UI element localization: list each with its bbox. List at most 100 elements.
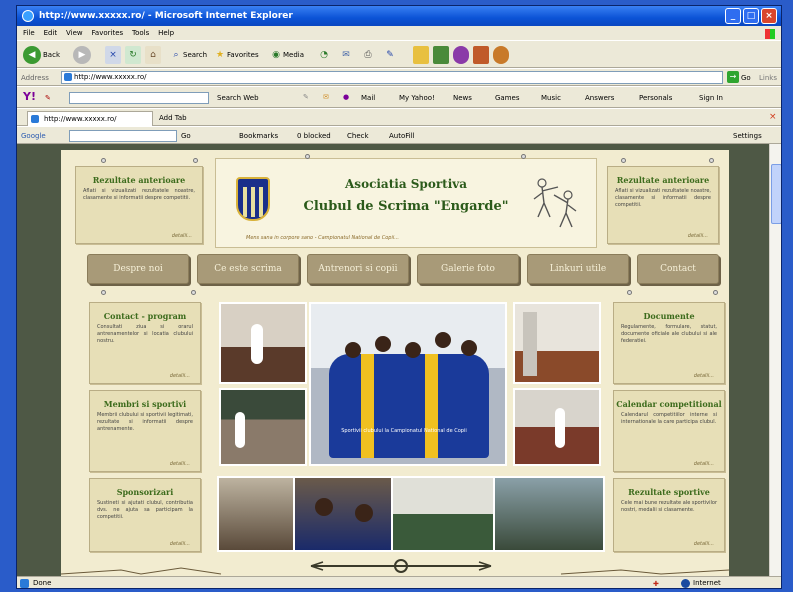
mail-button[interactable]: Mail xyxy=(361,94,375,102)
yahoo-search-input[interactable] xyxy=(69,92,209,104)
right-box-results[interactable]: Rezultate anterioare Aflati si vizualiza… xyxy=(607,166,719,244)
messenger-icon[interactable] xyxy=(433,46,449,64)
left-box-results[interactable]: Rezultate anterioare Aflati si vizualiza… xyxy=(75,166,203,244)
settings-button[interactable]: Settings xyxy=(733,132,762,140)
search-icon[interactable]: ⌕ xyxy=(169,46,183,64)
google-search-input[interactable] xyxy=(69,130,177,142)
windows-logo-icon xyxy=(765,29,775,39)
menu-edit[interactable]: Edit xyxy=(44,26,58,40)
title-bar: http://www.xxxxx.ro/ - Microsoft Interne… xyxy=(17,6,781,26)
nav-galerie-foto[interactable]: Galerie foto xyxy=(417,254,519,284)
menu-tools[interactable]: Tools xyxy=(132,26,149,40)
autofill-button[interactable]: AutoFill xyxy=(389,132,415,140)
photo-training-1[interactable] xyxy=(219,302,307,384)
folder-icon[interactable] xyxy=(413,46,429,64)
photo-training-2[interactable] xyxy=(219,388,307,466)
scroll-thumb[interactable] xyxy=(771,164,781,224)
news-button[interactable]: News xyxy=(453,94,472,102)
media-label[interactable]: Media xyxy=(283,51,304,59)
print-icon[interactable]: ⎙ xyxy=(361,46,375,64)
history-icon[interactable]: ◔ xyxy=(317,46,331,64)
favorites-label[interactable]: Favorites xyxy=(227,51,259,59)
google-go-button[interactable]: Go xyxy=(181,132,191,140)
maximize-button[interactable]: □ xyxy=(743,8,759,24)
close-tab-icon[interactable]: × xyxy=(769,112,777,122)
tab-current[interactable]: http://www.xxxxx.ro/ xyxy=(27,111,153,126)
ring-icon xyxy=(521,154,526,159)
pencil-icon-2[interactable]: ✎ xyxy=(303,93,309,101)
circle-icon[interactable]: ● xyxy=(343,93,349,101)
refresh-icon[interactable]: ↻ xyxy=(125,46,141,64)
nav-antrenori[interactable]: Antrenori si copii xyxy=(307,254,409,284)
address-value: http://www.xxxxx.ro/ xyxy=(74,73,147,81)
games-button[interactable]: Games xyxy=(495,94,520,102)
left-box-members[interactable]: Membri si sportivi Membrii clubului si s… xyxy=(89,390,201,472)
photo-hall-1[interactable] xyxy=(217,476,295,552)
photo-hall-2[interactable] xyxy=(391,476,495,552)
go-button[interactable]: → xyxy=(727,71,739,83)
stop-icon[interactable]: × xyxy=(105,46,121,64)
back-label[interactable]: Back xyxy=(43,51,60,59)
add-tab-button[interactable]: Add Tab xyxy=(159,114,187,122)
my-yahoo-button[interactable]: My Yahoo! xyxy=(399,94,435,102)
vertical-scrollbar[interactable] xyxy=(769,144,781,576)
close-button[interactable]: × xyxy=(761,8,777,24)
sign-in-button[interactable]: Sign In xyxy=(699,94,723,102)
more-link[interactable]: detalii... xyxy=(694,461,714,467)
search-label[interactable]: Search xyxy=(183,51,207,59)
nav-ce-este-scrima[interactable]: Ce este scrima xyxy=(197,254,299,284)
tab-label: http://www.xxxxx.ro/ xyxy=(44,115,117,123)
menu-file[interactable]: File xyxy=(23,26,35,40)
personals-button[interactable]: Personals xyxy=(639,94,672,102)
menu-view[interactable]: View xyxy=(66,26,83,40)
pencil-icon[interactable]: ✎ xyxy=(45,94,51,102)
left-box-sponsors[interactable]: Sponsorizari Sustineti si ajutati clubul… xyxy=(89,478,201,552)
links-label[interactable]: Links xyxy=(759,74,777,82)
box-text: Consultati ziua si orarul antrenamentelo… xyxy=(97,324,193,344)
home-icon[interactable]: ⌂ xyxy=(145,46,161,64)
yahoo-messenger-icon[interactable] xyxy=(453,46,469,64)
more-link[interactable]: detalii... xyxy=(694,373,714,379)
edit-icon[interactable]: ✎ xyxy=(383,46,397,64)
minimize-button[interactable]: _ xyxy=(725,8,741,24)
mail-icon[interactable]: ✉ xyxy=(339,46,353,64)
go-label[interactable]: Go xyxy=(741,74,751,82)
envelope-icon[interactable]: ✉ xyxy=(323,93,329,101)
back-arrow-icon[interactable]: ◀ xyxy=(23,46,41,64)
photo-hall-3[interactable] xyxy=(493,476,605,552)
right-box-documents[interactable]: Documente Regulamente, formulare, statut… xyxy=(613,302,725,384)
nav-linkuri-utile[interactable]: Linkuri utile xyxy=(527,254,629,284)
ring-icon xyxy=(101,158,106,163)
more-link[interactable]: detalii... xyxy=(688,233,708,239)
yahoo-logo-icon[interactable]: Y! xyxy=(23,90,36,103)
menu-help[interactable]: Help xyxy=(158,26,174,40)
app-icon-2[interactable] xyxy=(493,46,509,64)
app-icon[interactable] xyxy=(473,46,489,64)
photo-training-3[interactable] xyxy=(513,302,601,384)
nav-contact[interactable]: Contact xyxy=(637,254,719,284)
check-button[interactable]: Check xyxy=(347,132,369,140)
more-link[interactable]: detalii... xyxy=(694,541,714,547)
photo-training-4[interactable] xyxy=(513,388,601,466)
more-link[interactable]: detalii... xyxy=(170,461,190,467)
search-web-button[interactable]: Search Web xyxy=(217,94,259,102)
favorites-star-icon[interactable]: ★ xyxy=(213,46,227,64)
bookmarks-button[interactable]: Bookmarks xyxy=(239,132,278,140)
more-link[interactable]: detalii... xyxy=(170,373,190,379)
left-box-contact[interactable]: Contact - program Consultati ziua si ora… xyxy=(89,302,201,384)
photo-portraits[interactable] xyxy=(293,476,393,552)
media-icon[interactable]: ◉ xyxy=(269,46,283,64)
more-link[interactable]: detalii... xyxy=(172,233,192,239)
google-logo[interactable]: Google xyxy=(21,132,46,140)
menu-favorites[interactable]: Favorites xyxy=(92,26,124,40)
answers-button[interactable]: Answers xyxy=(585,94,614,102)
more-link[interactable]: detalii... xyxy=(170,541,190,547)
music-button[interactable]: Music xyxy=(541,94,561,102)
nav-despre-noi[interactable]: Despre noi xyxy=(87,254,189,284)
popup-blocker-button[interactable]: 0 blocked xyxy=(297,132,331,140)
right-box-sport-results[interactable]: Rezultate sportive Cele mai bune rezulta… xyxy=(613,478,725,552)
photo-team-main[interactable]: Sportivii clubului la Campionatul Nation… xyxy=(309,302,507,466)
right-box-calendar[interactable]: Calendar competitional Calendarul compet… xyxy=(613,390,725,472)
forward-arrow-icon[interactable]: ▶ xyxy=(73,46,91,64)
address-input[interactable]: http://www.xxxxx.ro/ xyxy=(61,71,723,84)
